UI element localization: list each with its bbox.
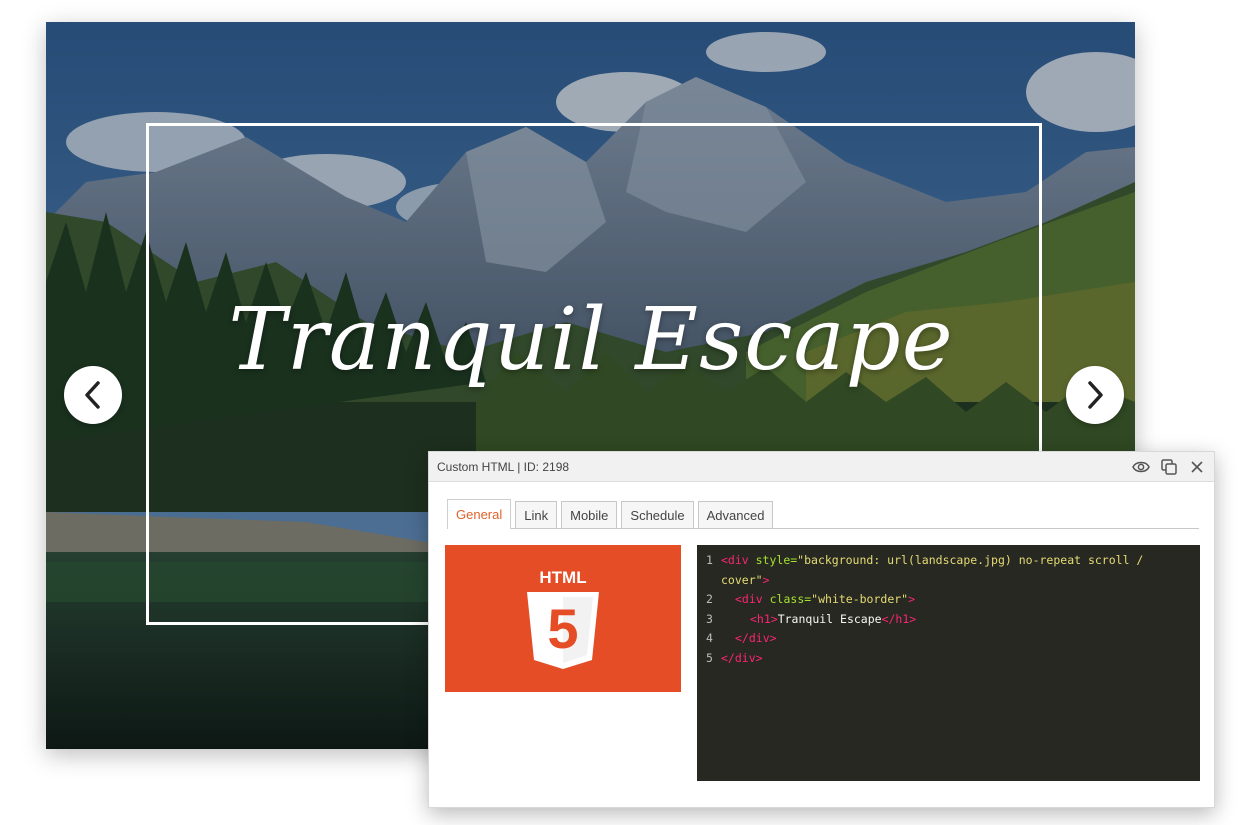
code-line: 5 </div>: [706, 650, 763, 665]
html5-logo-digit: 5: [547, 597, 578, 660]
next-slide-button[interactable]: [1066, 366, 1124, 424]
chevron-right-icon: [1088, 381, 1103, 409]
code-line-continuation: cover" >: [721, 572, 770, 587]
panel-title: Custom HTML | ID: 2198: [437, 459, 570, 474]
duplicate-icon[interactable]: [1160, 458, 1178, 476]
tab-advanced[interactable]: Advanced: [697, 501, 774, 528]
panel-tabs: General Link Mobile Schedule Advanced: [447, 498, 1199, 529]
code-editor[interactable]: 1 <div style="background: url(landscape.…: [697, 545, 1200, 781]
code-line: 4 </div>: [706, 631, 777, 645]
close-icon[interactable]: [1188, 458, 1206, 476]
html5-logo-text: HTML: [539, 568, 586, 587]
custom-html-panel: Custom HTML | ID: 2198 General Link Mobi…: [428, 451, 1215, 808]
html5-logo-tile: HTML 5: [445, 545, 681, 692]
slider-title: Tranquil Escape: [228, 290, 954, 390]
tab-mobile[interactable]: Mobile: [561, 501, 618, 528]
eye-icon[interactable]: [1132, 458, 1150, 476]
code-line: 2 <div class="white-border">: [706, 592, 916, 606]
chevron-left-icon: [85, 381, 100, 409]
prev-slide-button[interactable]: [64, 366, 122, 424]
tab-general[interactable]: General: [447, 499, 512, 529]
code-line: 3 <h1>Tranquil Escape</h1>: [706, 611, 917, 626]
code-line: 1 <div style="background: url(landscape.…: [706, 553, 1144, 567]
tab-schedule[interactable]: Schedule: [621, 501, 694, 528]
panel-header: Custom HTML | ID: 2198: [429, 452, 1214, 482]
tab-link[interactable]: Link: [515, 501, 558, 528]
html5-logo-icon: HTML 5: [527, 568, 599, 669]
